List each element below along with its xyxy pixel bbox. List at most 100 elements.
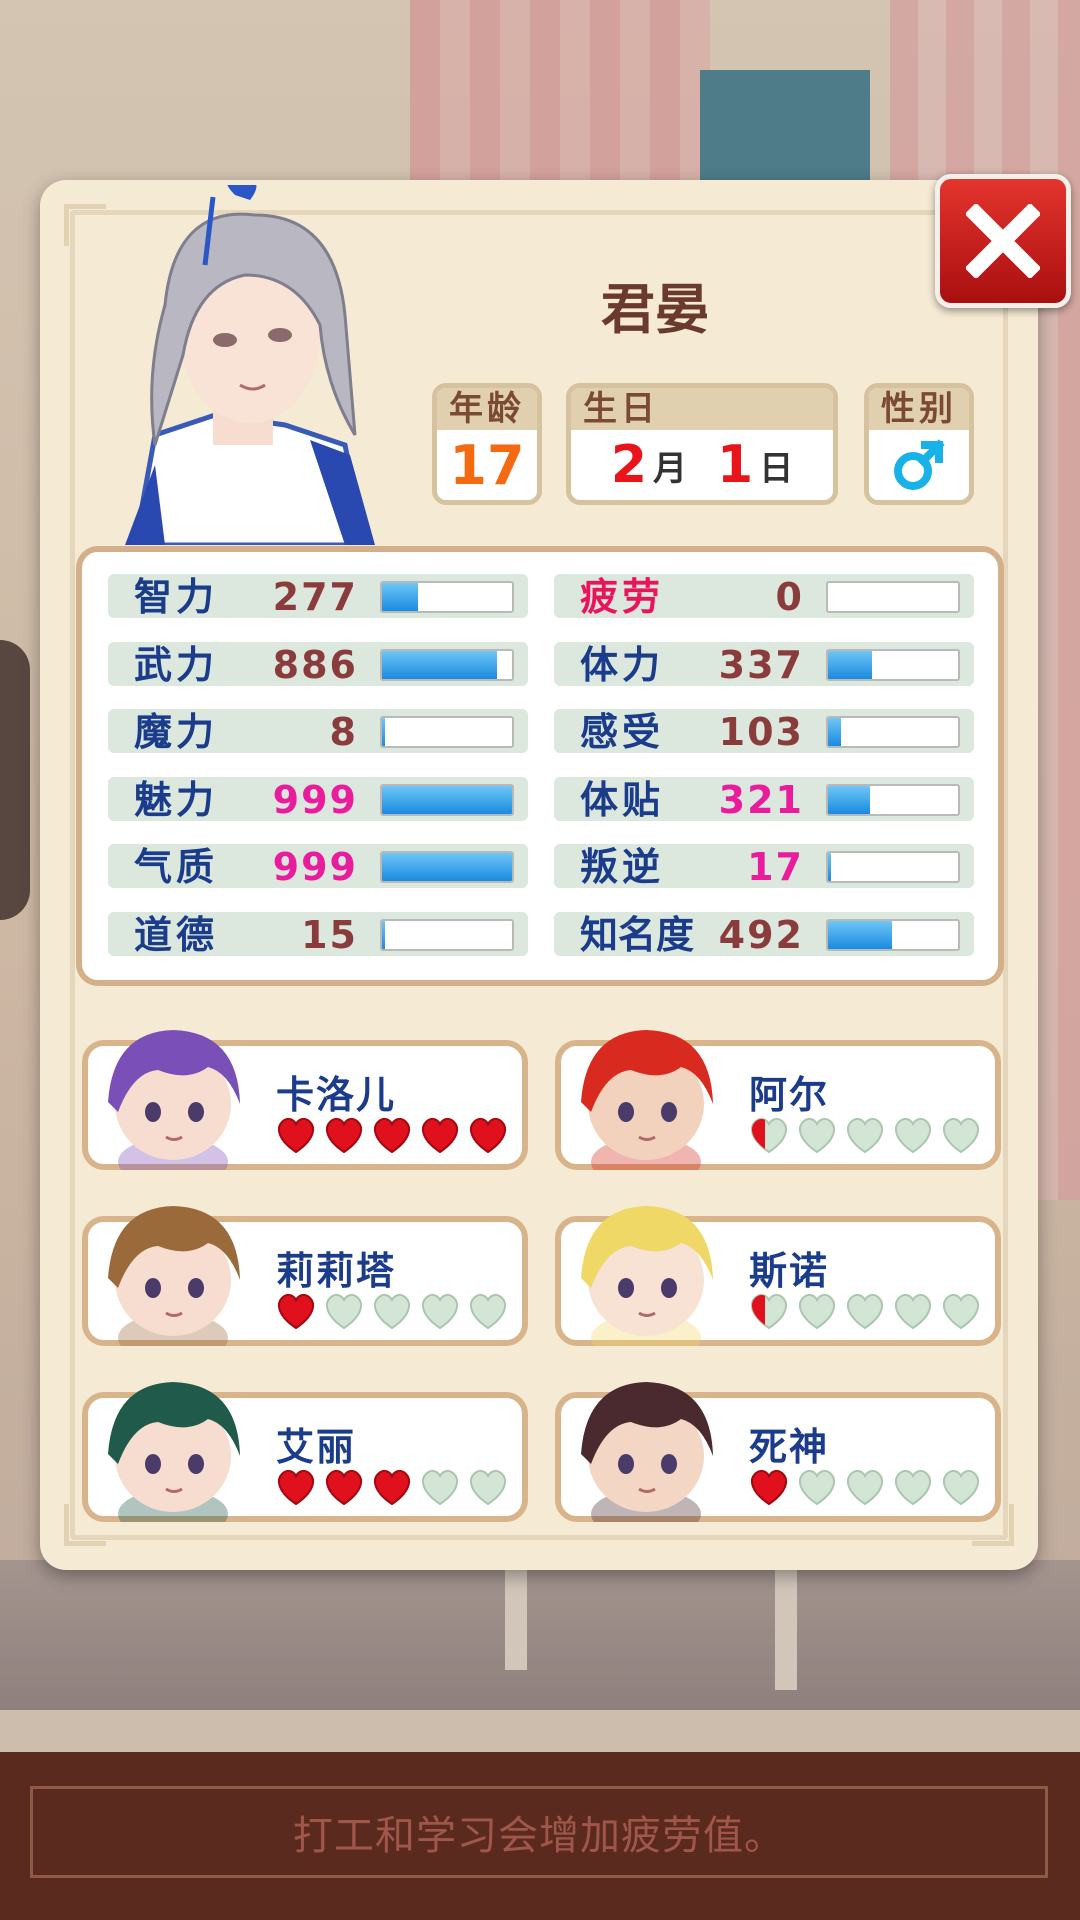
stat-value: 321 (718, 777, 804, 822)
heart-icon (470, 1469, 506, 1506)
stat-row: 体贴 321 (554, 776, 974, 822)
affection-hearts (747, 1290, 983, 1332)
heart-icon (943, 1117, 979, 1154)
affection-hearts (747, 1466, 983, 1508)
stat-row: 智力 277 (108, 574, 528, 619)
heart-icon (751, 1117, 787, 1154)
male-icon (894, 439, 945, 490)
affection-hearts (747, 1114, 983, 1156)
stat-bar-fill (828, 785, 870, 814)
close-icon (966, 204, 1040, 278)
heart-icon (895, 1117, 931, 1154)
heart-icon (422, 1117, 458, 1154)
stat-label: 气质 (134, 845, 219, 889)
birthday-box: 生日 2 月 1 日 (566, 383, 838, 505)
companion-name: 斯诺 (749, 1249, 830, 1293)
heart-icon (799, 1469, 835, 1506)
character-portrait (95, 185, 385, 545)
stat-bar-fill (828, 718, 842, 746)
companion-card[interactable]: 莉莉塔 (82, 1206, 528, 1346)
companion-card[interactable]: 斯诺 (555, 1206, 1001, 1346)
heart-icon (895, 1293, 931, 1330)
companion-card[interactable]: 卡洛儿 (82, 1030, 528, 1170)
stat-bar-fill (382, 718, 385, 746)
stat-bar (826, 581, 960, 613)
heart-icon (422, 1469, 458, 1506)
companion-avatar (581, 1030, 713, 1170)
stat-label: 疲劳 (580, 575, 665, 619)
heart-icon (847, 1293, 883, 1330)
stat-bar-fill (828, 920, 892, 949)
heart-icon (847, 1117, 883, 1154)
affection-hearts (274, 1466, 510, 1508)
heart-icon (278, 1117, 314, 1154)
birthday-value: 2 月 1 日 (571, 430, 833, 500)
stat-label: 道德 (134, 912, 219, 957)
stat-label: 魅力 (134, 777, 219, 822)
stat-value: 277 (272, 575, 358, 619)
age-value: 17 (449, 433, 525, 497)
gender-value (869, 430, 969, 500)
companion-avatar (581, 1206, 713, 1346)
stat-value: 999 (272, 845, 358, 889)
character-name: 君晏 (601, 278, 709, 341)
stat-bar-fill (382, 853, 512, 881)
stat-bar-fill (828, 853, 831, 881)
stat-label: 体力 (580, 642, 665, 687)
hint-bar: 打工和学习会增加疲劳值。 (0, 1752, 1080, 1920)
heart-icon (470, 1117, 506, 1154)
heart-icon (751, 1293, 787, 1330)
stat-row: 疲劳 0 (554, 574, 974, 619)
stat-row: 知名度 492 (554, 911, 974, 957)
companion-name: 莉莉塔 (276, 1249, 397, 1293)
heart-icon (799, 1293, 835, 1330)
stat-label: 智力 (134, 575, 219, 619)
stat-bar (380, 918, 514, 951)
stat-label: 武力 (134, 642, 219, 687)
heart-icon (943, 1293, 979, 1330)
day-unit: 日 (759, 448, 794, 489)
stat-value: 103 (718, 710, 804, 754)
stat-label: 体贴 (580, 777, 665, 822)
heart-icon (799, 1117, 835, 1154)
stat-label: 知名度 (580, 912, 695, 957)
companion-avatar (581, 1382, 713, 1522)
heart-icon (278, 1293, 314, 1330)
stat-bar (826, 648, 960, 681)
birthday-label: 生日 (571, 388, 833, 430)
stat-row: 气质 999 (108, 844, 528, 889)
stat-row: 魔力 8 (108, 709, 528, 754)
gender-label: 性别 (869, 388, 969, 430)
stat-bar-fill (828, 650, 872, 679)
stat-bar (826, 851, 960, 883)
close-button[interactable] (935, 174, 1071, 308)
stat-value: 337 (718, 642, 804, 687)
affection-hearts (274, 1290, 510, 1332)
heart-icon (422, 1293, 458, 1330)
stats-panel: 智力 277 武力 886 魔力 8 魅力 999 气质 999 道德 15 疲劳 0 体力 337 感受 103… (76, 546, 1004, 986)
companion-avatar (108, 1382, 240, 1522)
gender-box: 性别 (864, 383, 974, 505)
stat-label: 叛逆 (580, 845, 665, 889)
companion-card[interactable]: 阿尔 (555, 1030, 1001, 1170)
stat-bar (380, 648, 514, 681)
stat-row: 道德 15 (108, 911, 528, 957)
heart-icon (278, 1469, 314, 1506)
stat-bar-fill (382, 920, 385, 949)
stat-value: 492 (718, 912, 804, 957)
heart-icon (326, 1293, 362, 1330)
stat-bar (380, 581, 514, 613)
birth-day: 1 (717, 435, 754, 495)
age-box: 年龄 17 (432, 383, 542, 505)
companion-card[interactable]: 艾丽 (82, 1382, 528, 1522)
heart-icon (847, 1469, 883, 1506)
stat-value: 0 (775, 575, 804, 619)
companion-avatar (108, 1030, 240, 1170)
stat-bar (826, 918, 960, 951)
stat-bar (826, 783, 960, 816)
stat-row: 体力 337 (554, 641, 974, 687)
companion-card[interactable]: 死神 (555, 1382, 1001, 1522)
heart-icon (374, 1293, 410, 1330)
heart-icon (326, 1469, 362, 1506)
heart-icon (895, 1469, 931, 1506)
